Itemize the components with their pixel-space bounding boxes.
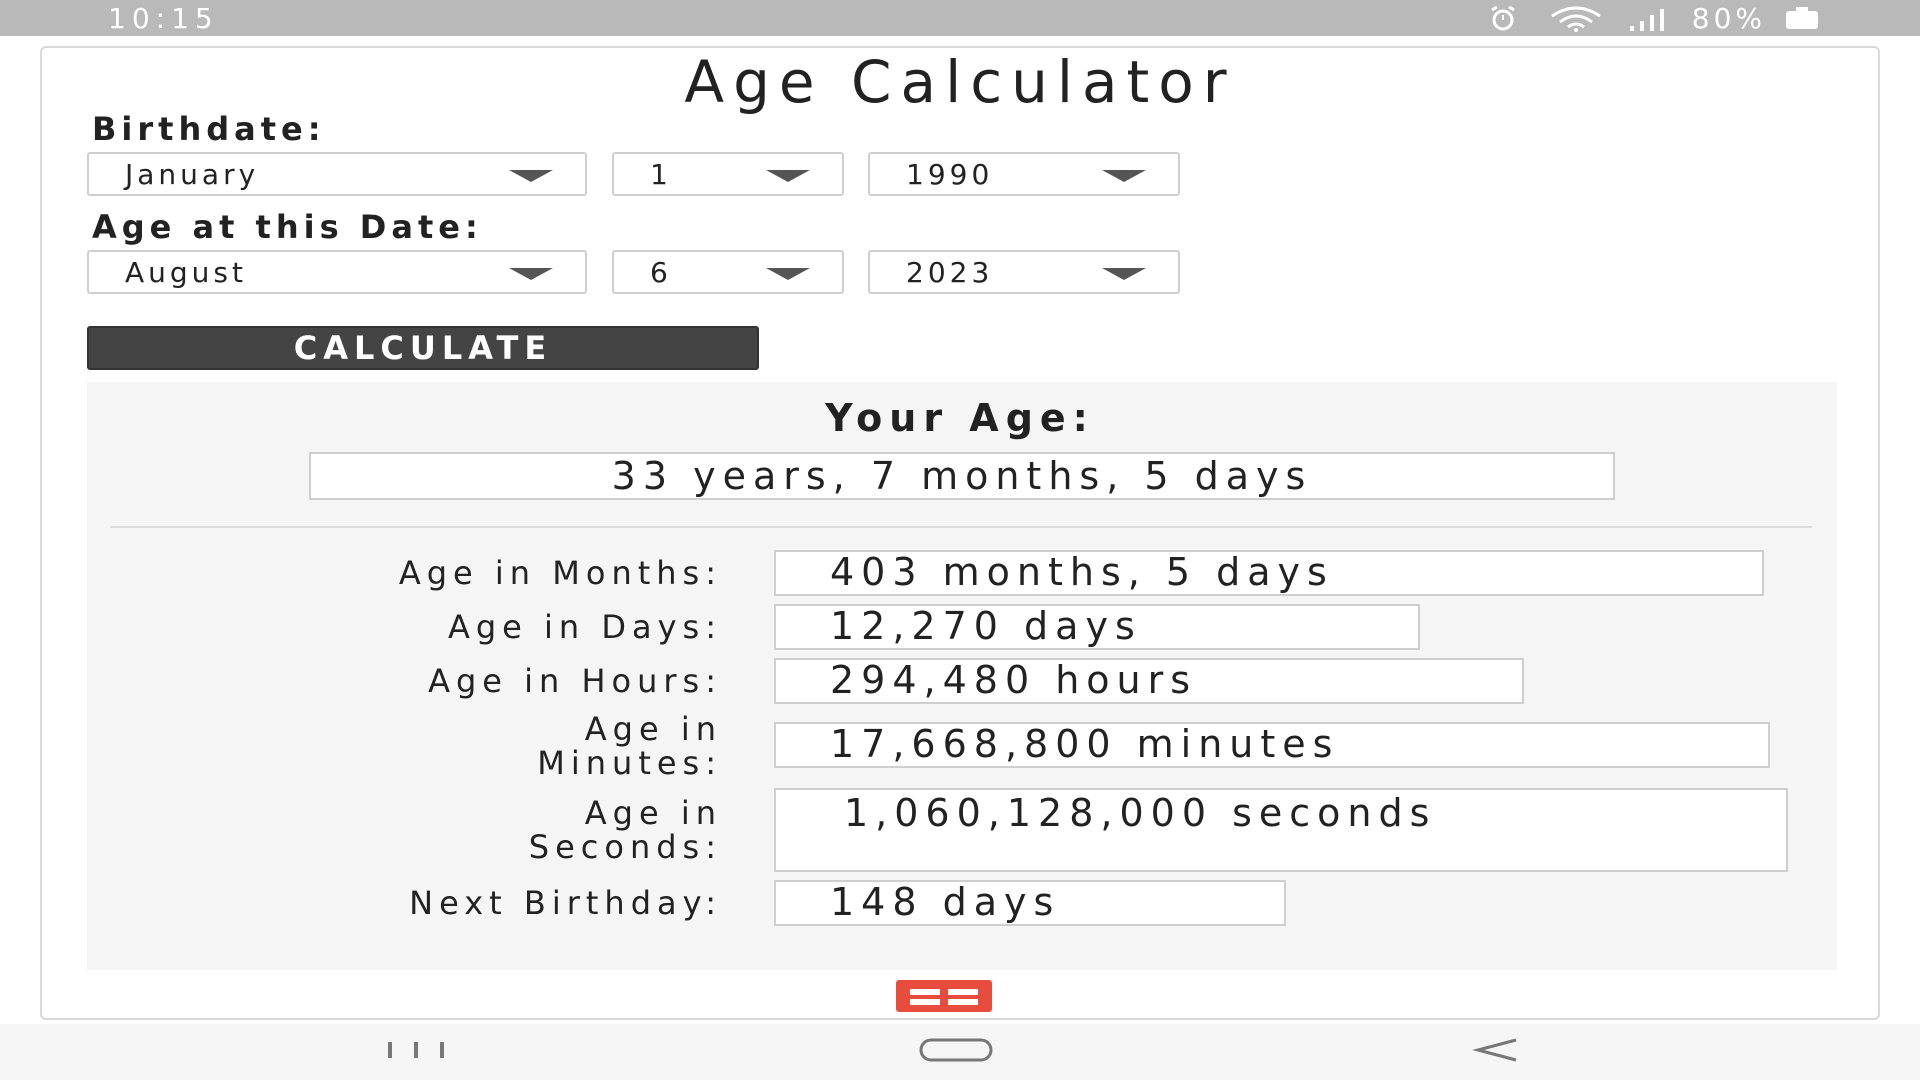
next-birthday-value: 148 days — [774, 880, 1286, 926]
birthdate-label: Birthdate: — [92, 110, 326, 148]
target-month-select[interactable]: August — [87, 250, 587, 294]
age-result: 33 years, 7 months, 5 days — [309, 452, 1615, 500]
next-birthday-label: Next Birthday: — [409, 884, 722, 922]
signal-icon — [1626, 6, 1674, 32]
age-minutes-label: Age in Minutes: — [537, 710, 722, 782]
target-year-select[interactable]: 2023 — [868, 250, 1180, 294]
wifi-icon — [1544, 6, 1608, 32]
chevron-down-icon — [1102, 170, 1146, 182]
chevron-down-icon — [766, 268, 810, 280]
age-seconds-value: 1,060,128,000 seconds — [774, 788, 1788, 872]
age-seconds-label: Age in Seconds: — [528, 794, 722, 866]
age-days-label: Age in Days: — [447, 608, 722, 646]
age-days-value: 12,270 days — [774, 604, 1420, 650]
divider — [110, 526, 1812, 528]
target-day-value: 6 — [650, 256, 672, 289]
status-icons: 80% — [1480, 2, 1822, 35]
status-bar: 10:15 80% — [0, 0, 1920, 36]
chevron-down-icon — [509, 170, 553, 182]
age-hours-value: 294,480 hours — [774, 658, 1524, 704]
table-icon[interactable] — [896, 980, 992, 1016]
birth-month-value: January — [125, 158, 260, 191]
status-time: 10:15 — [108, 2, 219, 35]
chevron-down-icon — [766, 170, 810, 182]
age-months-value: 403 months, 5 days — [774, 550, 1764, 596]
birth-year-value: 1990 — [906, 158, 994, 191]
alarm-icon — [1480, 5, 1526, 32]
back-icon[interactable] — [1472, 1036, 1520, 1068]
battery-icon — [1784, 6, 1822, 32]
chevron-down-icon — [509, 268, 553, 280]
target-month-value: August — [125, 256, 247, 289]
age-months-label: Age in Months: — [398, 554, 722, 592]
battery-percent: 80% — [1691, 2, 1766, 35]
page-title: Age Calculator — [684, 48, 1236, 116]
birth-year-select[interactable]: 1990 — [868, 152, 1180, 196]
target-day-select[interactable]: 6 — [612, 250, 844, 294]
age-minutes-value: 17,668,800 minutes — [774, 722, 1770, 768]
target-date-label: Age at this Date: — [92, 208, 483, 246]
birth-month-select[interactable]: January — [87, 152, 587, 196]
home-icon[interactable] — [918, 1036, 994, 1068]
chevron-down-icon — [1102, 268, 1146, 280]
recent-apps-icon[interactable] — [384, 1036, 456, 1068]
target-year-value: 2023 — [906, 256, 994, 289]
your-age-heading: Your Age: — [825, 396, 1095, 440]
calculate-button[interactable]: CALCULATE — [87, 326, 759, 370]
birth-day-value: 1 — [650, 158, 672, 191]
age-hours-label: Age in Hours: — [428, 662, 722, 700]
birth-day-select[interactable]: 1 — [612, 152, 844, 196]
